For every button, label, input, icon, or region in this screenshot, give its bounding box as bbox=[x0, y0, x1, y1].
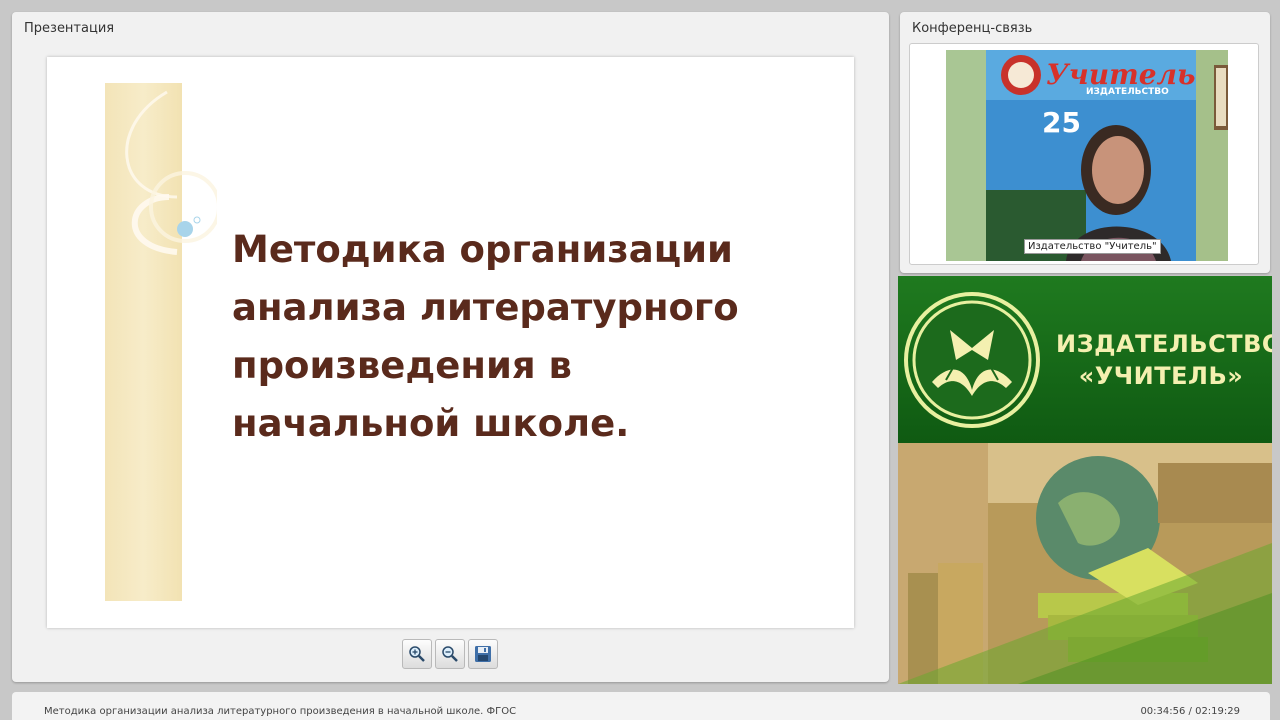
zoom-out-icon bbox=[442, 646, 458, 662]
footer-title: Методика организации анализа литературно… bbox=[44, 706, 517, 717]
conference-panel: Конференц-связь Учитель ИЗДАТЕЛЬСТВО 25 bbox=[900, 12, 1270, 273]
playback-time: 00:34:56 / 02:19:29 bbox=[1140, 706, 1240, 717]
save-icon bbox=[475, 646, 491, 662]
banner-image bbox=[898, 443, 1272, 684]
video-frame: Учитель ИЗДАТЕЛЬСТВО 25 bbox=[909, 43, 1259, 265]
video-feed[interactable]: Учитель ИЗДАТЕЛЬСТВО 25 bbox=[946, 50, 1228, 261]
banner-logo-area: ИЗДАТЕЛЬСТВО «УЧИТЕЛЬ» bbox=[898, 276, 1272, 443]
zoom-in-button[interactable] bbox=[402, 639, 432, 669]
footer-bar: Методика организации анализа литературно… bbox=[12, 692, 1270, 720]
publisher-logo-icon bbox=[904, 292, 1040, 428]
books-globe-image bbox=[898, 443, 1272, 684]
slide-title: Методика организации анализа литературно… bbox=[232, 228, 739, 445]
slide: Методика организации анализа литературно… bbox=[47, 57, 854, 628]
banner-line1: ИЗДАТЕЛЬСТВО bbox=[1056, 330, 1272, 358]
conference-panel-title: Конференц-связь bbox=[912, 21, 1033, 36]
save-button[interactable] bbox=[468, 639, 498, 669]
banner-name: ИЗДАТЕЛЬСТВО «УЧИТЕЛЬ» bbox=[1056, 328, 1272, 392]
participant-label: Издательство "Учитель" bbox=[1024, 239, 1161, 254]
poster-number: 25 bbox=[1042, 106, 1081, 139]
zoom-in-icon bbox=[409, 646, 425, 662]
zoom-out-button[interactable] bbox=[435, 639, 465, 669]
banner-line2: «УЧИТЕЛЬ» bbox=[1078, 362, 1244, 390]
slide-swirl-decor bbox=[125, 90, 217, 255]
video-scene: Учитель ИЗДАТЕЛЬСТВО 25 bbox=[946, 50, 1228, 261]
poster-subtitle: ИЗДАТЕЛЬСТВО bbox=[1086, 87, 1169, 97]
publisher-banner: ИЗДАТЕЛЬСТВО «УЧИТЕЛЬ» bbox=[898, 276, 1272, 684]
slide-toolbar bbox=[402, 639, 498, 669]
presentation-panel-title: Презентация bbox=[24, 21, 115, 36]
presentation-panel: Презентация Методика организации анализа… bbox=[12, 12, 889, 682]
